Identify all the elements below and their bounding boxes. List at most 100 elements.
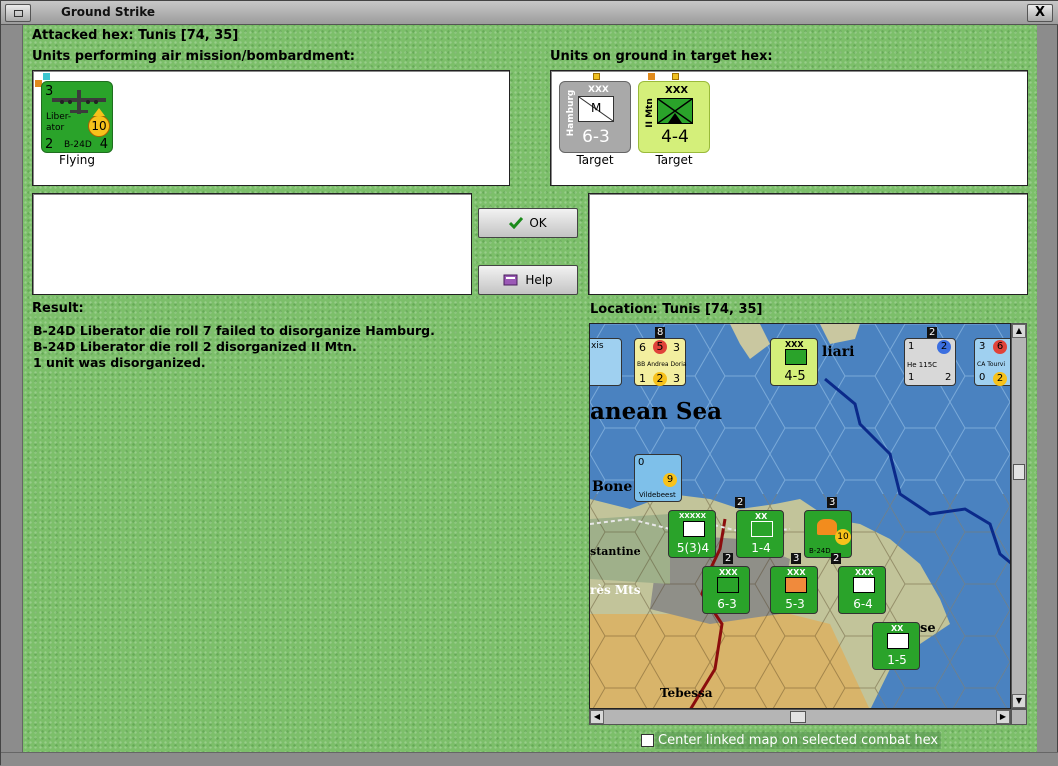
- scrollbar-corner: [1011, 709, 1027, 725]
- stack-count: 8: [655, 327, 666, 338]
- scroll-down-arrow-icon[interactable]: ▼: [1012, 694, 1026, 708]
- air-value: 9: [663, 473, 677, 487]
- map-counter-1-5[interactable]: XX 1-5: [872, 622, 920, 670]
- counter-size-marker: XXX: [588, 85, 609, 95]
- mountain-infantry-icon: [785, 349, 807, 365]
- map-counter-5-3-4[interactable]: XXXXX 5(3)4: [668, 510, 716, 558]
- result-line: B-24D Liberator die roll 7 failed to dis…: [33, 323, 435, 338]
- ship-value: 2: [653, 372, 667, 386]
- result-line: B-24D Liberator die roll 2 disorganized …: [33, 339, 357, 354]
- ground-units-label: Units on ground in target hex:: [550, 49, 773, 64]
- air-units-label: Units performing air mission/bombardment…: [32, 49, 356, 64]
- map-horizontal-scrollbar[interactable]: ◀ ▶: [589, 709, 1011, 725]
- scroll-right-arrow-icon[interactable]: ▶: [996, 710, 1010, 724]
- map-counter-6-3[interactable]: 2 XXX 6-3: [702, 553, 750, 614]
- air-value: 0: [638, 457, 645, 468]
- map-vertical-scrollbar[interactable]: ▲ ▼: [1011, 323, 1027, 709]
- infantry-icon: [853, 577, 875, 593]
- ship-name: CA Tourvi: [977, 361, 1006, 368]
- ground-strike-window: Ground Strike X Attacked hex: Tunis [74,…: [0, 0, 1058, 766]
- checkmark-icon: [509, 217, 524, 229]
- counter-value: 4-5: [784, 369, 806, 384]
- counter-value: 4-4: [661, 127, 689, 147]
- air-units-list[interactable]: 3 Liber- ator 10 2 B-24D 4 Flying: [32, 70, 510, 186]
- attacker-details-box: [32, 193, 472, 295]
- ok-label: OK: [529, 216, 547, 230]
- defender-details-box: [588, 193, 1028, 295]
- air-value: 2: [937, 340, 951, 354]
- unit-marker-dot: [593, 73, 600, 80]
- attacked-hex-label: Attacked hex: Tunis [74, 35]: [32, 28, 239, 43]
- unit-type-symbol: [657, 98, 693, 124]
- mechanized-icon: [785, 577, 807, 593]
- vertical-scroll-thumb[interactable]: [1013, 464, 1025, 480]
- unit-marker-dot: [672, 73, 679, 80]
- map-counter-1-4[interactable]: 2 XX 1-4: [735, 497, 784, 558]
- counter-model: B-24D: [809, 547, 831, 555]
- map-counter-6-4[interactable]: 2 XXX 6-4: [831, 553, 886, 614]
- map-label-cagliari: liari: [822, 344, 855, 360]
- title-bar[interactable]: Ground Strike X: [1, 1, 1058, 25]
- counter-size-marker: XX: [891, 624, 904, 633]
- infantry-icon: [717, 577, 739, 593]
- map-counter-andrea-doria[interactable]: 8 6 5 3 BB Andrea Doria 1 2 3: [634, 327, 687, 386]
- stack-count: 2: [723, 553, 734, 564]
- unit-type-symbol: M: [578, 96, 614, 122]
- map-counter-vildebeest[interactable]: 0 9 Vildebeest: [634, 454, 682, 502]
- counter-size-marker: XXX: [855, 568, 874, 577]
- result-text: B-24D Liberator die roll 7 failed to dis…: [23, 321, 583, 381]
- map-label-mountains: rès Mts: [590, 583, 641, 597]
- counter-size-marker: XXX: [665, 85, 689, 96]
- map-counter-ca-tourville[interactable]: 3 6 CA Tourvi 0 2: [974, 338, 1010, 386]
- map-counter-5-3[interactable]: 3 XXX 5-3: [770, 553, 818, 614]
- map-label-constantine: stantine: [590, 545, 641, 558]
- map-counter-4-5[interactable]: XXX 4-5: [770, 338, 818, 386]
- air-unit-status: Flying: [59, 153, 95, 167]
- ship-name: BB Andrea Doria: [637, 361, 687, 368]
- right-frame: [1035, 25, 1057, 752]
- hamburg-counter[interactable]: Hamburg XXX M 6-3: [559, 81, 631, 153]
- ship-value: 1: [639, 372, 646, 385]
- explosion-icon: [817, 519, 837, 535]
- left-frame: [1, 25, 23, 752]
- map-counter-b24d[interactable]: 3 10 B-24D: [804, 497, 852, 558]
- ground-units-list[interactable]: Hamburg XXX M 6-3 Target II Mtn XXX 4-4 …: [550, 70, 1028, 186]
- map-label-sea: anean Sea: [590, 398, 723, 425]
- armor-icon: [683, 521, 705, 537]
- help-button[interactable]: Help: [478, 265, 578, 295]
- close-button[interactable]: X: [1027, 4, 1053, 22]
- stack-count: 2: [831, 553, 842, 564]
- counter-size-marker: XXX: [785, 340, 804, 349]
- center-map-checkbox-label[interactable]: Center linked map on selected combat hex: [655, 732, 942, 749]
- unit-marker-dot: [648, 73, 655, 80]
- result-label: Result:: [32, 301, 84, 316]
- plane-name: Vildebeest: [639, 491, 676, 499]
- air-value: 1: [908, 372, 915, 383]
- map-counter-he115c[interactable]: 2 1 2 He 115C 1 2: [904, 327, 956, 386]
- b24d-liberator-counter[interactable]: 3 Liber- ator 10 2 B-24D 4: [41, 81, 113, 153]
- ship-value: 2: [993, 372, 1007, 386]
- counter-bottom-left-value: 2: [45, 137, 54, 152]
- ii-mtn-counter[interactable]: II Mtn XXX 4-4: [638, 81, 710, 153]
- scroll-up-arrow-icon[interactable]: ▲: [1012, 324, 1026, 338]
- linked-map-view[interactable]: anean Sea liari Bone stantine rès Mts se…: [589, 323, 1011, 709]
- counter-value: 1-4: [751, 541, 771, 555]
- counter-size-marker: XXX: [787, 568, 806, 577]
- air-value: 2: [945, 372, 952, 383]
- stack-count: 2: [927, 327, 938, 338]
- horizontal-scroll-thumb[interactable]: [790, 711, 806, 723]
- range-arrow-icon: [93, 108, 105, 116]
- stack-count: 3: [827, 497, 838, 508]
- scroll-left-arrow-icon[interactable]: ◀: [590, 710, 604, 724]
- map-counter-axis[interactable]: xis: [590, 338, 622, 386]
- map-label-tebessa: Tebessa: [660, 686, 713, 700]
- counter-value: 1-5: [887, 653, 907, 667]
- ok-button[interactable]: OK: [478, 208, 578, 238]
- counter-value: 5(3)4: [676, 541, 710, 555]
- center-map-checkbox[interactable]: [641, 734, 654, 747]
- stack-count: 3: [791, 553, 802, 564]
- window-title: Ground Strike: [61, 5, 156, 19]
- ship-value: 0: [979, 372, 986, 383]
- system-menu-button[interactable]: [5, 4, 31, 22]
- counter-size-marker: XXXXX: [679, 512, 706, 520]
